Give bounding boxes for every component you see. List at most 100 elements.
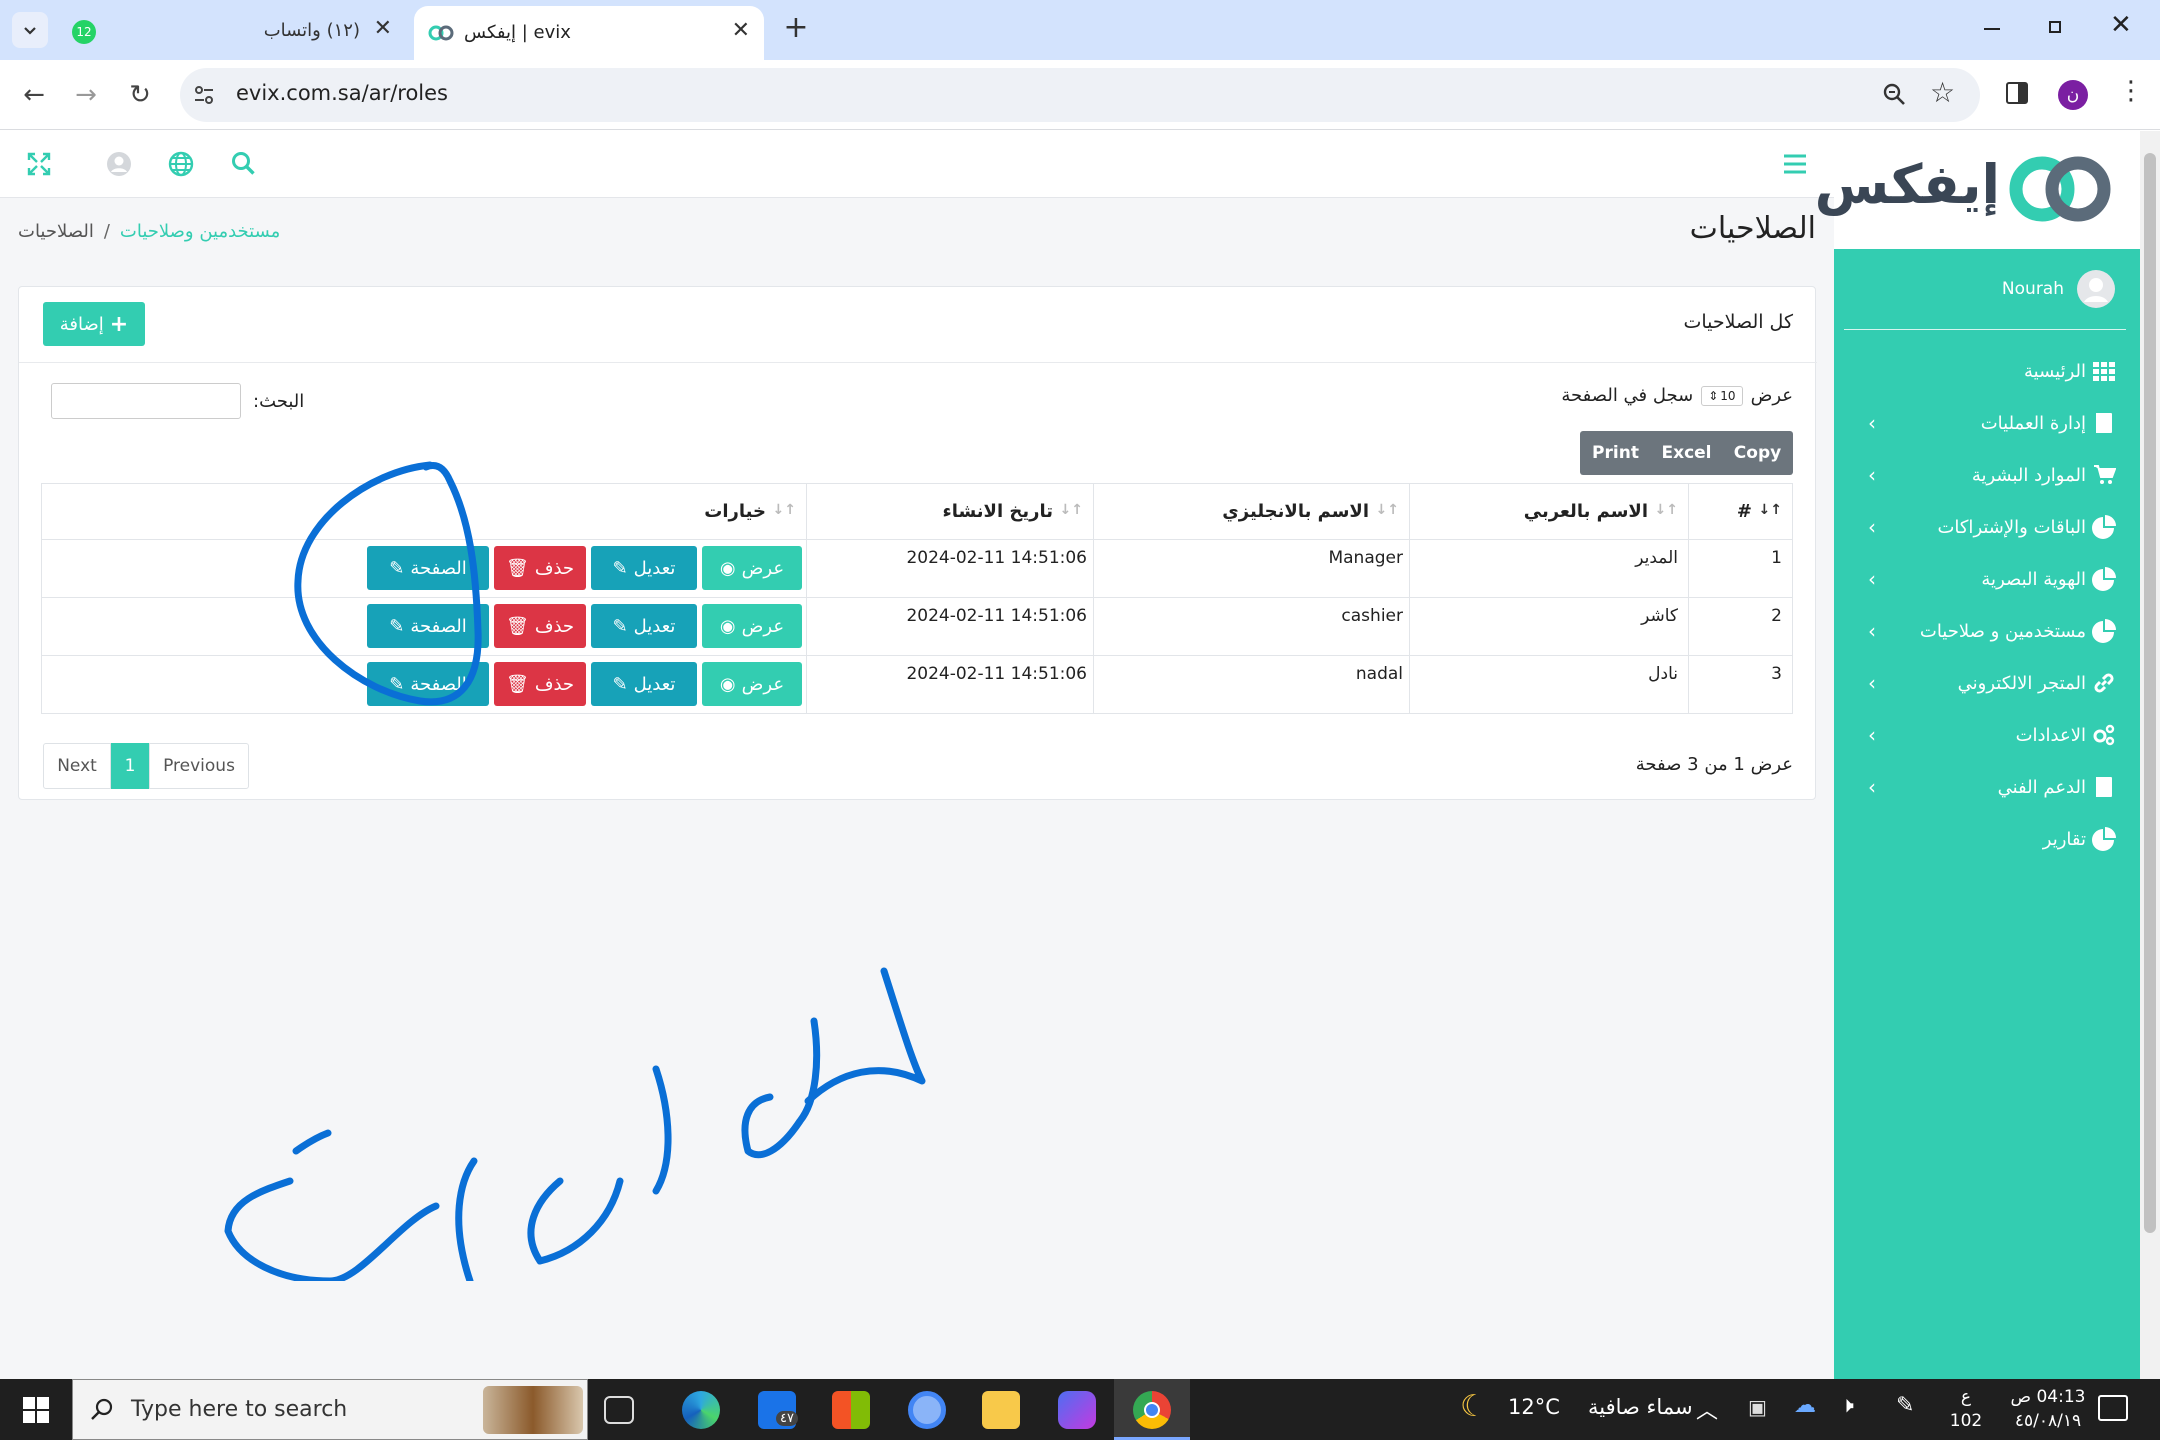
sidebar: إيفكس Nourah الرئيسية إدارة العمليات ‹ ا…	[1815, 131, 2140, 1379]
updown-icon: ⇕	[1708, 388, 1719, 403]
sidebar-item-home[interactable]: الرئيسية	[1834, 345, 2140, 397]
per-page-suffix: سجل في الصفحة	[1561, 385, 1694, 406]
browser-toolbar: ← → ↻ evix.com.sa/ar/roles ☆ ن ⋮	[0, 60, 2160, 130]
cell-number: 1	[1688, 539, 1793, 598]
minimize-button[interactable]	[1976, 12, 2006, 42]
close-window-button[interactable]: ✕	[2110, 10, 2132, 40]
add-role-button[interactable]: + إضافة	[43, 302, 145, 346]
user-avatar-icon[interactable]	[106, 151, 132, 177]
breadcrumb-parent-link[interactable]: مستخدمين وصلاحيات	[120, 221, 280, 242]
edge-browser-icon[interactable]	[682, 1391, 720, 1429]
tray-device-icon[interactable]: ▣	[1748, 1395, 1767, 1419]
search-input[interactable]	[51, 383, 241, 419]
sidebar-item-users-roles[interactable]: مستخدمين و صلاحيات ‹	[1834, 605, 2140, 657]
onedrive-icon[interactable]: ☁	[1794, 1393, 1816, 1418]
tab-title: evix | إيفكس	[464, 22, 571, 43]
tab-evix[interactable]: evix | إيفكس ✕	[414, 6, 764, 60]
fullscreen-icon[interactable]	[26, 151, 52, 177]
evix-logo-icon	[2009, 156, 2111, 222]
table-search: البحث:	[51, 383, 304, 419]
column-header-number[interactable]: # ↑↓	[1688, 483, 1793, 540]
show-label: عرض	[1750, 385, 1793, 406]
restore-button[interactable]	[2040, 12, 2070, 42]
copy-button[interactable]: Copy	[1722, 431, 1793, 475]
site-settings-icon[interactable]	[192, 83, 216, 107]
hamburger-menu-icon[interactable]	[1782, 153, 1808, 175]
mail-icon[interactable]: ٤٧	[758, 1391, 798, 1429]
clock[interactable]: 04:13 ص ٤٥/٠٨/١٩	[1996, 1385, 2100, 1433]
page-content: الصلاحيات مستخدمين وصلاحيات / الصلاحيات …	[0, 131, 2160, 1379]
chrome-alt-icon[interactable]	[908, 1391, 946, 1429]
tab-search-button[interactable]	[12, 12, 48, 48]
clock-date: ٤٥/٠٨/١٩	[2014, 1411, 2082, 1431]
forward-button[interactable]: →	[68, 77, 104, 113]
chevron-left-icon: ‹	[1868, 619, 1876, 643]
sidebar-user[interactable]: Nourah	[2002, 269, 2116, 309]
book-icon	[2096, 413, 2112, 433]
gears-icon	[2093, 724, 2115, 746]
sidebar-item-hr[interactable]: الموارد البشرية ‹	[1834, 449, 2140, 501]
pager-next[interactable]: Next	[43, 743, 111, 789]
cart-icon	[2094, 465, 2116, 484]
clock-time: 04:13 ص	[2010, 1387, 2086, 1407]
address-bar[interactable]: evix.com.sa/ar/roles ☆	[180, 68, 1980, 122]
file-explorer-icon[interactable]	[982, 1391, 1020, 1429]
sidebar-item-support[interactable]: الدعم الفني ‹	[1834, 761, 2140, 813]
copilot-icon[interactable]	[1058, 1391, 1096, 1429]
profile-avatar[interactable]: ن	[2058, 80, 2088, 110]
page-scrollbar[interactable]	[2140, 131, 2160, 1379]
close-icon[interactable]: ✕	[732, 18, 750, 43]
zoom-icon[interactable]	[1882, 82, 1908, 108]
pie-icon	[2092, 567, 2116, 591]
sidebar-item-branding[interactable]: الهوية البصرية ‹	[1834, 553, 2140, 605]
chrome-taskbar-item[interactable]	[1114, 1379, 1190, 1440]
weather-temp: 12°C	[1508, 1395, 1560, 1419]
taskbar-search-box[interactable]: Type here to search	[72, 1379, 588, 1440]
volume-icon[interactable]: 🕨	[1840, 1393, 1854, 1418]
breadcrumb-separator: /	[103, 221, 110, 242]
annotation-circle	[294, 461, 482, 706]
page-length-control: عرض 10 ⇕ سجل في الصفحة	[1561, 385, 1793, 406]
tab-whatsapp[interactable]: 12 (١٢) واتساب ✕	[66, 8, 406, 54]
sidebar-item-reports[interactable]: تقارير	[1834, 813, 2140, 865]
new-tab-button[interactable]: +	[778, 10, 814, 46]
sidebar-item-settings[interactable]: الاعدادات ‹	[1834, 709, 2140, 761]
browser-menu-icon[interactable]: ⋮	[2118, 76, 2144, 106]
side-panel-icon[interactable]	[2006, 82, 2028, 104]
reload-button[interactable]: ↻	[122, 77, 158, 113]
back-button[interactable]: ←	[16, 77, 52, 113]
pen-icon[interactable]: ✎	[1896, 1393, 1914, 1418]
scrollbar-thumb[interactable]	[2144, 153, 2156, 1233]
globe-icon[interactable]	[168, 151, 194, 177]
chrome-icon	[1133, 1391, 1171, 1429]
input-language[interactable]: ع 102	[1946, 1385, 1986, 1433]
weather-text: سماء صافية	[1588, 1395, 1693, 1419]
windows-start-icon[interactable]	[23, 1397, 49, 1423]
whatsapp-icon: 12	[72, 20, 96, 44]
sort-asc-icon: ↑↓	[1758, 502, 1782, 518]
chevron-left-icon: ‹	[1868, 567, 1876, 591]
task-view-icon[interactable]	[604, 1396, 634, 1424]
excel-button[interactable]: Excel	[1651, 431, 1722, 475]
sidebar-item-store[interactable]: المتجر الالكتروني ‹	[1834, 657, 2140, 709]
tray-chevron-icon[interactable]: ︿	[1696, 1393, 1718, 1425]
sidebar-item-operations[interactable]: إدارة العمليات ‹	[1834, 397, 2140, 449]
close-icon[interactable]: ✕	[374, 16, 392, 41]
page-title: الصلاحيات	[1689, 211, 1816, 246]
sidebar-item-packages[interactable]: الباقات والإشتراكات ‹	[1834, 501, 2140, 553]
chevron-left-icon: ‹	[1868, 515, 1876, 539]
bookmark-star-icon[interactable]: ☆	[1930, 76, 1955, 109]
cell-name-ar: نادل	[1409, 655, 1689, 714]
export-button-group: Copy Excel Print	[1580, 431, 1793, 475]
microsoft-store-icon[interactable]	[832, 1391, 870, 1429]
notifications-icon[interactable]	[2098, 1395, 2128, 1421]
user-avatar-icon	[2077, 270, 2115, 308]
search-icon[interactable]	[231, 151, 257, 177]
pie-icon	[2092, 619, 2116, 643]
pager-current[interactable]: 1	[111, 743, 149, 789]
logo-area[interactable]: إيفكس	[1815, 131, 2140, 249]
column-header-name-ar[interactable]: الاسم بالعربي ↑↓	[1409, 483, 1689, 540]
per-page-select[interactable]: 10 ⇕	[1701, 385, 1743, 406]
sidebar-divider	[1844, 329, 2126, 330]
print-button[interactable]: Print	[1580, 431, 1651, 475]
